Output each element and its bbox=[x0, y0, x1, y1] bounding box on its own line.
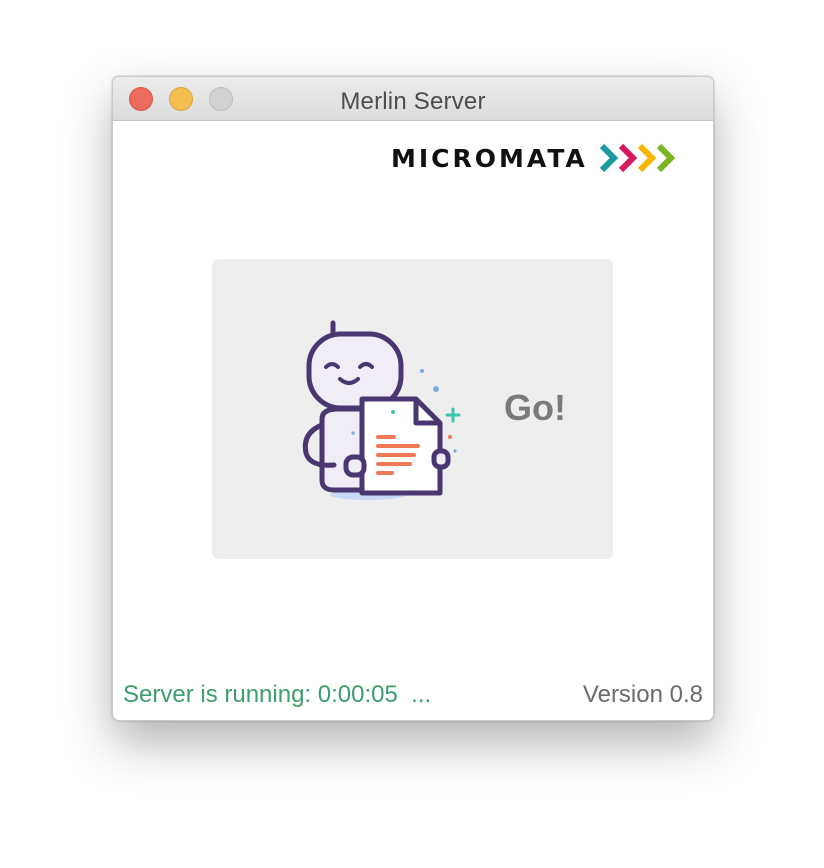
go-button[interactable]: Go! bbox=[212, 259, 613, 559]
title-bar[interactable]: Merlin Server bbox=[113, 77, 713, 121]
logo-chevrons-icon bbox=[599, 143, 676, 173]
app-window: Merlin Server MICROMATA Go! Server is ru… bbox=[112, 76, 714, 721]
server-status-text: Server is running: 0:00:05 ... bbox=[123, 681, 432, 708]
go-label: Go! bbox=[504, 387, 566, 428]
version-label: Version 0.8 bbox=[582, 681, 703, 708]
logo-wordmark: MICROMATA bbox=[391, 143, 588, 173]
robot-holding-document-icon bbox=[302, 320, 461, 500]
window-title: Merlin Server bbox=[340, 88, 486, 115]
micromata-logo: MICROMATA bbox=[391, 141, 682, 175]
